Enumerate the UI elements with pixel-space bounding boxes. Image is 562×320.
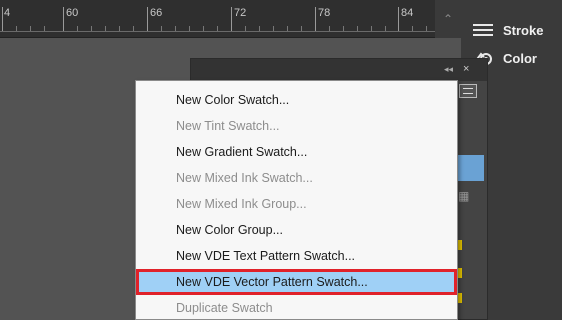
ruler-minor-tick (91, 26, 92, 31)
menu-item-new-vde-text-pattern-swatch[interactable]: New VDE Text Pattern Swatch... (136, 243, 457, 269)
ruler-minor-tick (426, 26, 427, 31)
scroll-up-button[interactable]: ⌃ (435, 0, 461, 38)
ruler-label: 72 (234, 7, 247, 19)
collapse-panel-icon[interactable]: ◂◂ (444, 64, 453, 75)
ruler-minor-tick (217, 26, 218, 31)
stroke-panel-tab[interactable]: Stroke (473, 18, 543, 42)
ruler-baseline (0, 31, 435, 32)
close-icon[interactable]: × (463, 63, 469, 75)
ruler-minor-tick (189, 26, 190, 31)
ruler-minor-tick (44, 26, 45, 31)
ruler-minor-tick (329, 26, 330, 31)
panel-menu-icon[interactable] (459, 84, 477, 98)
swatch-yellow[interactable] (458, 240, 462, 250)
grid-icon: ▦ (458, 189, 470, 203)
ruler-minor-tick (287, 26, 288, 31)
stroke-label: Stroke (503, 22, 544, 38)
menu-item-new-tint-swatch[interactable]: New Tint Swatch... (136, 113, 457, 139)
ruler-minor-tick (133, 26, 134, 31)
swatches-context-menu: New Color Swatch... New Tint Swatch... N… (135, 80, 458, 320)
ruler-major-tick (315, 7, 316, 31)
ruler-major-tick (2, 7, 3, 31)
ruler-minor-tick (371, 26, 372, 31)
ruler-label: 4 (4, 7, 11, 19)
chevron-up-icon: ⌃ (442, 12, 454, 26)
ruler-major-tick (147, 7, 148, 31)
menu-item-new-mixed-ink-group[interactable]: New Mixed Ink Group... (136, 191, 457, 217)
ruler-minor-tick (77, 26, 78, 31)
swatch-yellow[interactable] (458, 268, 462, 278)
swatch-yellow[interactable] (458, 293, 462, 303)
ruler-minor-tick (301, 26, 302, 31)
menu-item-new-color-group[interactable]: New Color Group... (136, 217, 457, 243)
ruler-label: 66 (150, 7, 163, 19)
menu-item-new-mixed-ink-swatch[interactable]: New Mixed Ink Swatch... (136, 165, 457, 191)
ruler-minor-tick (175, 26, 176, 31)
ruler-minor-tick (343, 26, 344, 31)
ruler-major-tick (398, 7, 399, 31)
menu-item-new-color-swatch[interactable]: New Color Swatch... (136, 87, 457, 113)
ruler-minor-tick (357, 26, 358, 31)
ruler-minor-tick (30, 26, 31, 31)
ruler-label: 60 (66, 7, 79, 19)
ruler-minor-tick (273, 26, 274, 31)
ruler-minor-tick (245, 26, 246, 31)
ruler-minor-tick (259, 26, 260, 31)
ruler-minor-tick (105, 26, 106, 31)
ruler-label: 84 (401, 7, 414, 19)
menu-item-new-gradient-swatch[interactable]: New Gradient Swatch... (136, 139, 457, 165)
ruler-major-tick (231, 7, 232, 31)
ruler-minor-tick (16, 26, 17, 31)
swatch-blue[interactable] (458, 155, 484, 181)
menu-item-duplicate-swatch[interactable]: Duplicate Swatch (136, 295, 457, 320)
ruler-major-tick (63, 7, 64, 31)
horizontal-ruler[interactable]: 4 60 66 72 78 84 (0, 0, 435, 38)
ruler-minor-tick (385, 26, 386, 31)
color-label: Color (503, 50, 537, 66)
ruler-minor-tick (412, 26, 413, 31)
ruler-label: 78 (318, 7, 331, 19)
ruler-minor-tick (161, 26, 162, 31)
swatches-panel-titlebar[interactable] (191, 59, 487, 81)
menu-item-new-vde-vector-pattern-swatch[interactable]: New VDE Vector Pattern Swatch... (136, 269, 457, 295)
ruler-minor-tick (203, 26, 204, 31)
ruler-minor-tick (119, 26, 120, 31)
stroke-icon (473, 24, 493, 36)
